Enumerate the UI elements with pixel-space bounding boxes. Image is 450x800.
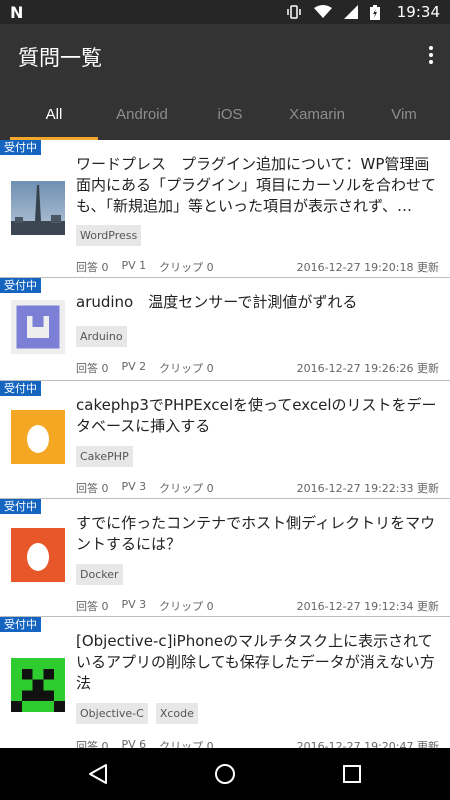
tab-vim[interactable]: Vim bbox=[362, 88, 446, 140]
tag-list: Objective-C Xcode bbox=[76, 703, 198, 724]
updated-date: 2016-12-27 19:22:33 更新 bbox=[296, 482, 439, 495]
pv-count: PV 2 bbox=[121, 360, 147, 373]
clip-count: クリップ 0 bbox=[159, 362, 214, 375]
tag[interactable]: WordPress bbox=[76, 225, 142, 246]
clip-count: クリップ 0 bbox=[159, 740, 214, 748]
updated-date: 2016-12-27 19:20:47 更新 bbox=[296, 740, 439, 748]
updated-date: 2016-12-27 19:12:34 更新 bbox=[296, 600, 439, 613]
wifi-icon bbox=[314, 5, 332, 18]
question-item[interactable]: 受付中 cakephp3でPHPExcelを使ってexcelのリストをデータベー… bbox=[0, 381, 450, 499]
tag[interactable]: CakePHP bbox=[76, 446, 133, 467]
pv-count: PV 6 bbox=[121, 738, 147, 748]
tag[interactable]: Docker bbox=[76, 564, 123, 585]
clip-count: クリップ 0 bbox=[159, 600, 214, 613]
skytree-photo-thumbnail bbox=[11, 181, 65, 235]
clip-count: クリップ 0 bbox=[159, 482, 214, 495]
signal-icon bbox=[344, 5, 358, 19]
updated-date: 2016-12-27 19:20:18 更新 bbox=[296, 261, 439, 274]
page-title: 質問一覧 bbox=[18, 46, 102, 70]
green-identicon-thumbnail bbox=[11, 658, 65, 712]
tab-ios[interactable]: iOS bbox=[186, 88, 274, 140]
answer-count: 回答 0 bbox=[76, 600, 109, 613]
tag-list: CakePHP bbox=[76, 446, 133, 467]
question-stats: 回答 0 PV 3 クリップ 0 bbox=[76, 598, 214, 614]
tag[interactable]: Arduino bbox=[76, 326, 127, 347]
answer-count: 回答 0 bbox=[76, 482, 109, 495]
tab-xamarin[interactable]: Xamarin bbox=[272, 88, 362, 140]
tag-list: Docker bbox=[76, 564, 123, 585]
status-badge: 受付中 bbox=[0, 617, 41, 632]
egg-avatar-orange-thumbnail bbox=[11, 410, 65, 464]
recents-icon[interactable] bbox=[340, 762, 364, 786]
tag-list: WordPress bbox=[76, 225, 142, 246]
notification-n-icon: N bbox=[10, 3, 24, 22]
egg-avatar-red-thumbnail bbox=[11, 528, 65, 582]
question-stats: 回答 0 PV 2 クリップ 0 bbox=[76, 360, 214, 376]
answer-count: 回答 0 bbox=[76, 261, 109, 274]
tab-android[interactable]: Android bbox=[98, 88, 186, 140]
status-badge: 受付中 bbox=[0, 499, 41, 514]
question-stats: 回答 0 PV 1 クリップ 0 bbox=[76, 259, 214, 275]
status-badge: 受付中 bbox=[0, 278, 41, 293]
more-options-icon[interactable] bbox=[426, 44, 436, 68]
tab-all[interactable]: All bbox=[10, 88, 98, 140]
tag-list: Arduino bbox=[76, 326, 127, 347]
navigation-bar bbox=[0, 748, 450, 800]
status-badge: 受付中 bbox=[0, 140, 41, 155]
question-title[interactable]: arudino 温度センサーで計測値がずれる bbox=[76, 292, 442, 313]
vibrate-icon bbox=[287, 5, 301, 19]
pv-count: PV 1 bbox=[121, 259, 147, 272]
question-title[interactable]: cakephp3でPHPExcelを使ってexcelのリストをデータベースに挿入… bbox=[76, 395, 442, 437]
app-bar: 質問一覧 bbox=[0, 24, 450, 88]
tag[interactable]: Xcode bbox=[155, 703, 198, 724]
battery-charging-icon bbox=[370, 4, 380, 20]
question-item[interactable]: 受付中 [Objective-c]iPhoneのマルチタスク上に表示されているア… bbox=[0, 617, 450, 748]
pv-count: PV 3 bbox=[121, 598, 147, 611]
question-stats: 回答 0 PV 3 クリップ 0 bbox=[76, 480, 214, 496]
question-list: 受付中 ワードプレス プラグイン追加について：WP管理画面内にある「プラグイン」… bbox=[0, 140, 450, 748]
back-icon[interactable] bbox=[86, 762, 110, 786]
question-item[interactable]: 受付中 arudino 温度センサーで計測値がずれる Arduino 回答 0 … bbox=[0, 278, 450, 381]
question-stats: 回答 0 PV 6 クリップ 0 bbox=[76, 738, 214, 748]
question-title[interactable]: [Objective-c]iPhoneのマルチタスク上に表示されているアプリの削… bbox=[76, 631, 442, 694]
updated-date: 2016-12-27 19:26:26 更新 bbox=[296, 362, 439, 375]
question-title[interactable]: すでに作ったコンテナでホスト側ディレクトリをマウントするには？ bbox=[76, 513, 442, 555]
purple-identicon-thumbnail bbox=[11, 300, 65, 354]
answer-count: 回答 0 bbox=[76, 740, 109, 748]
pv-count: PV 3 bbox=[121, 480, 147, 493]
home-icon[interactable] bbox=[213, 762, 237, 786]
tag[interactable]: Objective-C bbox=[76, 703, 148, 724]
status-badge: 受付中 bbox=[0, 381, 41, 396]
status-bar: N 19:34 bbox=[0, 0, 450, 24]
question-item[interactable]: 受付中 ワードプレス プラグイン追加について：WP管理画面内にある「プラグイン」… bbox=[0, 140, 450, 278]
tab-bar: All Android iOS Xamarin Vim bbox=[0, 88, 450, 140]
clock: 19:34 bbox=[396, 3, 440, 21]
question-title[interactable]: ワードプレス プラグイン追加について：WP管理画面内にある「プラグイン」項目にカ… bbox=[76, 154, 442, 217]
answer-count: 回答 0 bbox=[76, 362, 109, 375]
clip-count: クリップ 0 bbox=[159, 261, 214, 274]
status-icons bbox=[286, 4, 380, 20]
question-item[interactable]: 受付中 すでに作ったコンテナでホスト側ディレクトリをマウントするには？ Dock… bbox=[0, 499, 450, 617]
